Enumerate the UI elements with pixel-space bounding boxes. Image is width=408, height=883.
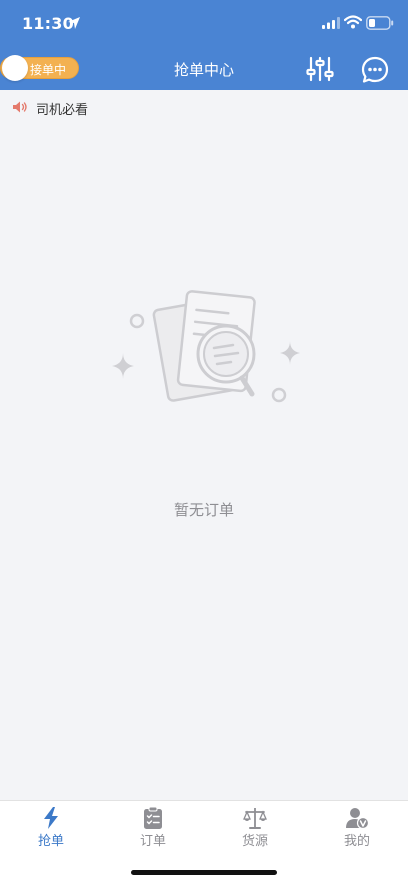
tab-grab-orders[interactable]: 抢单 xyxy=(0,801,102,861)
nav-bar: 接单中 抢单中心 xyxy=(0,46,408,90)
tab-label: 货源 xyxy=(241,834,268,849)
wifi-icon xyxy=(344,15,362,29)
scale-icon xyxy=(243,808,267,829)
page-title: 抢单中心 xyxy=(173,61,234,79)
app-header: 11:30 接单中 抢单中心 xyxy=(0,0,408,90)
user-badge-icon xyxy=(346,808,369,829)
empty-state-text: 暂无订单 xyxy=(173,501,234,519)
battery-icon xyxy=(366,16,394,30)
empty-documents-illustration xyxy=(112,290,300,403)
tab-cargo-source[interactable]: 货源 xyxy=(204,801,306,861)
tab-label: 订单 xyxy=(139,834,166,849)
status-bar: 11:30 xyxy=(0,0,408,46)
clipboard-icon xyxy=(144,807,162,829)
tab-label: 我的 xyxy=(343,834,370,849)
filter-icon[interactable] xyxy=(306,55,334,83)
tab-label: 抢单 xyxy=(37,834,64,849)
notice-text: 司机必看 xyxy=(36,103,89,118)
tab-me[interactable]: 我的 xyxy=(306,801,408,861)
lightning-icon xyxy=(44,807,58,829)
home-indicator xyxy=(131,870,277,875)
location-arrow-icon xyxy=(68,17,80,29)
notice-bar[interactable]: 司机必看 xyxy=(0,90,408,124)
cellular-signal-icon xyxy=(322,17,340,29)
chat-icon[interactable] xyxy=(360,55,390,85)
speaker-icon xyxy=(13,101,27,113)
tab-orders[interactable]: 订单 xyxy=(102,801,204,861)
